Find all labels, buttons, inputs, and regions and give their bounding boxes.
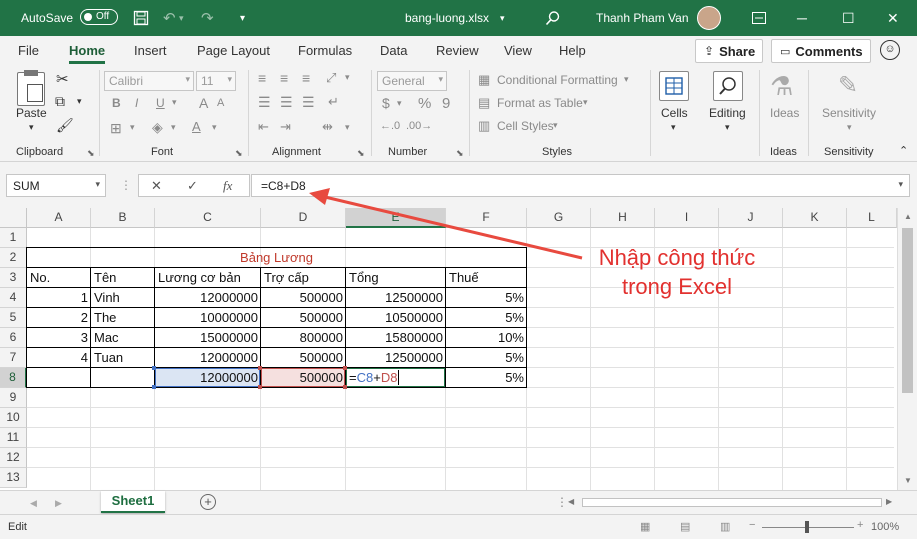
add-sheet-icon[interactable]: +	[200, 494, 216, 510]
zoom-in-icon[interactable]: +	[857, 519, 863, 531]
page-layout-view-icon[interactable]: ▤	[680, 520, 690, 533]
status-bar: Edit ▦ ▤ ▥ − + 100%	[0, 514, 917, 539]
zoom-level[interactable]: 100%	[871, 521, 899, 533]
annotation-text: Nhập công thức trong Excel	[577, 243, 777, 301]
horizontal-scrollbar[interactable]: ◀ ▶	[566, 496, 896, 509]
status-mode: Edit	[8, 521, 27, 533]
annotation-line-1: Nhập công thức	[598, 245, 756, 270]
annotation-line-2: trong Excel	[621, 274, 733, 299]
sheet-tab-sheet1[interactable]: Sheet1	[101, 491, 165, 513]
hscroll-thumb[interactable]	[582, 498, 882, 507]
prev-sheet-icon[interactable]: ◀	[30, 498, 37, 509]
scroll-left-icon[interactable]: ◀	[568, 497, 574, 506]
annotation-arrow	[309, 188, 583, 260]
scroll-right-icon[interactable]: ▶	[886, 497, 892, 506]
normal-view-icon[interactable]: ▦	[640, 520, 650, 533]
page-break-view-icon[interactable]: ▥	[720, 520, 730, 533]
zoom-out-icon[interactable]: −	[749, 519, 755, 531]
next-sheet-icon[interactable]: ▶	[55, 498, 62, 509]
sheet-tab-bar: ◀ ▶ Sheet1 + ⋮ ◀ ▶	[0, 490, 917, 514]
zoom-slider-thumb[interactable]	[805, 521, 809, 533]
